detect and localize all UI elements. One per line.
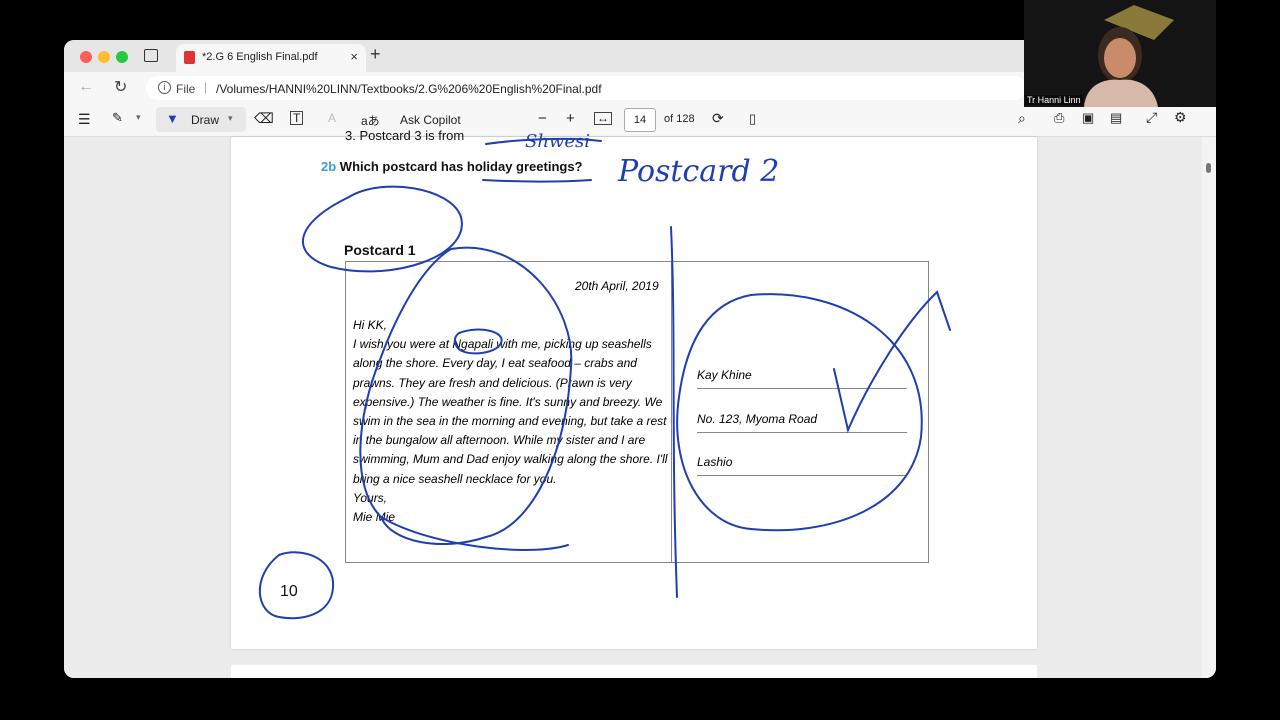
presenter-name: Tr Hanni Linn <box>1025 95 1083 105</box>
webcam-overlay: Tr Hanni Linn <box>1024 0 1216 107</box>
handwritten-overlay: Postcard 2 Shwesi <box>525 131 779 189</box>
handwritten-answer: Postcard 2 <box>617 154 779 189</box>
presenter-video <box>1084 5 1174 107</box>
handwritten-q3: Shwesi <box>525 131 590 152</box>
